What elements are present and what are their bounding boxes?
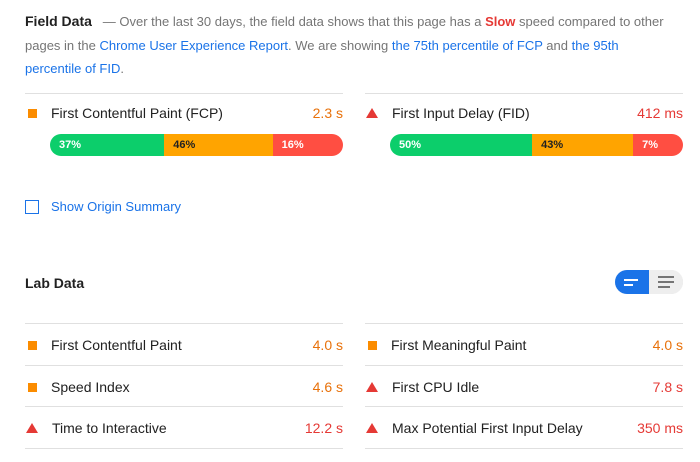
fid-good-segment: 50%: [390, 134, 533, 156]
fcp-good-segment: 37%: [50, 134, 165, 156]
red-triangle-icon: [366, 423, 378, 433]
lab-metric-cpu-label: First CPU Idle: [392, 379, 480, 395]
show-origin-summary-toggle[interactable]: Show Origin Summary: [25, 199, 181, 214]
summary-text-5: .: [120, 61, 124, 76]
field-metric-fcp: First Contentful Paint (FCP) 2.3 s 37% 4…: [25, 93, 343, 172]
orange-square-icon: [28, 382, 37, 392]
lab-metric-fcp-label: First Contentful Paint: [51, 337, 182, 353]
fid-average-segment: 43%: [532, 134, 634, 156]
fcp-percentile-link[interactable]: the 75th percentile of FCP: [392, 38, 543, 53]
field-data-title: Field Data: [25, 13, 92, 29]
orange-square-icon: [28, 340, 37, 350]
field-metric-fid-line: First Input Delay (FID) 412 ms: [365, 94, 683, 132]
divider: [25, 448, 343, 449]
lab-metric-mpfid-value: 350 ms: [637, 420, 683, 436]
field-metric-fcp-value: 2.3 s: [312, 105, 343, 121]
lab-metric-tti-line: Time to Interactive 12.2 s: [25, 409, 343, 447]
fcp-poor-segment: 16%: [272, 134, 343, 156]
lab-data-title: Lab Data: [25, 275, 85, 291]
lab-metric-cpu-line: First CPU Idle 7.8 s: [365, 368, 683, 406]
field-metric-fcp-line: First Contentful Paint (FCP) 2.3 s: [25, 94, 343, 132]
lab-metric-max-fid: Max Potential First Input Delay 350 ms: [365, 406, 683, 448]
summary-text-4: and: [546, 37, 568, 53]
lab-metric-fcp: First Contentful Paint 4.0 s: [25, 323, 343, 365]
orange-square-icon: [368, 340, 377, 350]
origin-summary-checkbox[interactable]: [25, 199, 39, 214]
lab-metric-fcp-value: 4.0 s: [312, 337, 343, 353]
lab-metric-si-value: 4.6 s: [312, 379, 343, 395]
lab-metric-fmp-label: First Meaningful Paint: [391, 337, 527, 353]
field-metric-fid: First Input Delay (FID) 412 ms 50% 43% 7…: [365, 93, 683, 172]
title-dash: —: [102, 14, 116, 29]
fid-distribution-bar: 50% 43% 7%: [390, 134, 683, 156]
origin-summary-label: Show Origin Summary: [51, 199, 182, 214]
fcp-distribution-bar: 37% 46% 16%: [50, 134, 343, 156]
list-view-icon: [658, 276, 674, 288]
fcp-average-segment: 46%: [164, 134, 273, 156]
lab-metric-mpfid-label: Max Potential First Input Delay: [392, 420, 583, 436]
field-metric-fcp-label: First Contentful Paint (FCP): [51, 105, 223, 121]
lab-metric-fmp: First Meaningful Paint 4.0 s: [365, 323, 683, 365]
crux-report-link[interactable]: Chrome User Experience Report: [99, 38, 288, 53]
lab-metric-tti-label: Time to Interactive: [52, 420, 167, 436]
orange-square-icon: [28, 108, 37, 118]
red-triangle-icon: [26, 423, 38, 433]
lab-metric-tti: Time to Interactive 12.2 s: [25, 406, 343, 448]
lab-metric-fmp-value: 4.0 s: [652, 337, 683, 353]
metrics-view-toggle[interactable]: [615, 270, 683, 294]
lab-metric-fmp-line: First Meaningful Paint 4.0 s: [365, 326, 683, 364]
field-metric-fid-value: 412 ms: [637, 105, 683, 121]
divider: [365, 448, 683, 449]
lab-metric-si-line: Speed Index 4.6 s: [25, 368, 343, 406]
list-view-button[interactable]: [649, 270, 683, 294]
lab-metric-mpfid-line: Max Potential First Input Delay 350 ms: [365, 409, 683, 447]
lab-metric-speed-index: Speed Index 4.6 s: [25, 365, 343, 407]
lab-metric-tti-value: 12.2 s: [304, 420, 343, 436]
field-data-summary: Field Data — Over the last 30 days, the …: [25, 10, 665, 81]
field-metric-fid-label: First Input Delay (FID): [392, 105, 530, 121]
lab-metric-fcp-line: First Contentful Paint 4.0 s: [25, 326, 343, 364]
summary-text-1: Over the last 30 days, the field data sh…: [119, 14, 482, 29]
red-triangle-icon: [366, 108, 378, 118]
bars-view-icon: [624, 278, 640, 286]
fid-poor-segment: 7%: [633, 134, 683, 156]
lab-metric-cpu-value: 7.8 s: [652, 379, 683, 395]
red-triangle-icon: [366, 382, 378, 392]
lab-metric-si-label: Speed Index: [51, 379, 130, 395]
bars-view-button[interactable]: [615, 270, 649, 294]
summary-text-3: . We are showing: [288, 37, 389, 53]
speed-label: Slow: [485, 14, 516, 29]
lab-metric-cpu-idle: First CPU Idle 7.8 s: [365, 365, 683, 407]
